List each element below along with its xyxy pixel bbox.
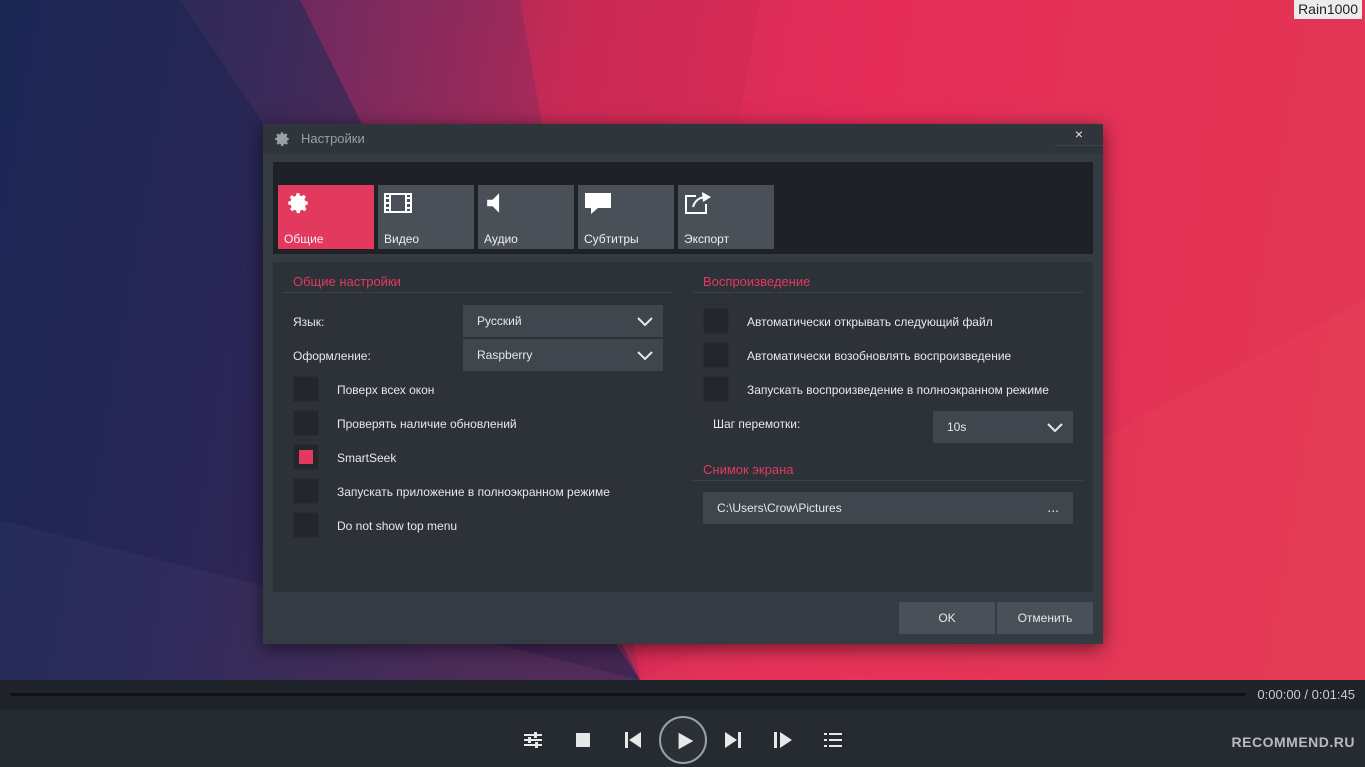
ok-button[interactable]: OK [899, 602, 995, 634]
screenshot-path-value: C:\Users\Crow\Pictures [717, 501, 842, 515]
chevron-down-icon [637, 317, 653, 327]
seek-step-label: Шаг перемотки: [713, 417, 801, 431]
language-value: Русский [477, 314, 522, 328]
theme-label: Оформление: [293, 349, 371, 363]
gear-icon [288, 193, 308, 214]
tab-export[interactable]: Экспорт [678, 185, 774, 249]
gear-icon [275, 132, 289, 146]
playlist-button[interactable] [821, 728, 845, 752]
tab-general[interactable]: Общие [278, 185, 374, 249]
checkbox-fullscreen-playback[interactable] [703, 376, 729, 402]
tab-label: Аудио [484, 232, 518, 246]
tab-label: Видео [384, 232, 420, 246]
skip-next-icon [725, 732, 741, 748]
seek-slider[interactable] [10, 693, 1246, 696]
checkbox-label: Do not show top menu [337, 519, 458, 533]
stop-icon [576, 733, 590, 747]
tab-audio[interactable]: Аудио [478, 185, 574, 249]
sliders-icon [524, 732, 542, 748]
watermark-bottom: RECOMMEND.RU [1231, 734, 1355, 750]
section-divider [693, 292, 1083, 293]
checkbox-check-updates[interactable] [293, 410, 319, 436]
tab-subtitles[interactable]: Субтитры [578, 185, 674, 249]
checkbox-auto-next[interactable] [703, 308, 729, 334]
seek-step-value: 10s [947, 420, 967, 434]
checkbox-label: Запускать приложение в полноэкранном реж… [337, 485, 610, 499]
stop-button[interactable] [571, 728, 595, 752]
checkbox-smartseek[interactable] [293, 444, 319, 470]
section-divider [693, 480, 1083, 481]
section-divider [283, 292, 673, 293]
dialog-title: Настройки [301, 131, 365, 146]
checkbox-hide-top-menu[interactable] [293, 512, 319, 538]
theme-select[interactable]: Raspberry [463, 339, 663, 371]
tab-bar: Общие Видео Аудио Субтитры Экспорт [273, 162, 1093, 254]
settings-dialog: Настройки × Общие Видео Аудио Субтитры Э… [263, 124, 1103, 644]
frame-step-icon [774, 732, 792, 748]
equalizer-button[interactable] [521, 728, 545, 752]
checkbox-fullscreen-app[interactable] [293, 478, 319, 504]
dialog-titlebar[interactable]: Настройки × [263, 124, 1103, 154]
time-display: 0:00:00 / 0:01:45 [1257, 687, 1355, 702]
checkbox-auto-resume[interactable] [703, 342, 729, 368]
language-label: Язык: [293, 315, 325, 329]
screenshot-path-field[interactable]: C:\Users\Crow\Pictures ... [703, 492, 1073, 524]
checkbox-label: Запускать воспроизведение в полноэкранно… [747, 383, 1049, 397]
skip-previous-icon [625, 732, 641, 748]
tab-label: Субтитры [584, 232, 639, 246]
chevron-down-icon [1047, 423, 1063, 433]
watermark-top: Rain1000 [1294, 0, 1362, 19]
theme-value: Raspberry [477, 348, 533, 362]
checkbox-label: Автоматически открывать следующий файл [747, 315, 993, 329]
checkbox-label: SmartSeek [337, 451, 397, 465]
settings-panel: Общие настройки Язык: Русский Оформление… [273, 262, 1093, 592]
playlist-icon [824, 733, 842, 747]
checkbox-label: Поверх всех окон [337, 383, 435, 397]
export-icon [685, 192, 711, 214]
general-settings-title: Общие настройки [293, 274, 401, 289]
next-button[interactable] [721, 728, 745, 752]
checkbox-always-on-top[interactable] [293, 376, 319, 402]
cancel-button[interactable]: Отменить [997, 602, 1093, 634]
play-button[interactable] [659, 716, 707, 764]
screenshot-title: Снимок экрана [703, 462, 794, 477]
frame-step-button[interactable] [771, 728, 795, 752]
chevron-down-icon [637, 351, 653, 361]
checkbox-label: Автоматически возобновлять воспроизведен… [747, 349, 1012, 363]
tab-video[interactable]: Видео [378, 185, 474, 249]
play-icon [678, 732, 694, 750]
film-icon [384, 193, 412, 213]
checkbox-label: Проверять наличие обновлений [337, 417, 517, 431]
browse-button[interactable]: ... [1047, 499, 1059, 515]
language-select[interactable]: Русский [463, 305, 663, 337]
playback-title: Воспроизведение [703, 274, 811, 289]
close-button[interactable]: × [1055, 124, 1103, 146]
tab-label: Общие [284, 232, 324, 246]
speech-bubble-icon [585, 193, 611, 214]
player-controls: RECOMMEND.RU [0, 710, 1365, 767]
seekbar-area: 0:00:00 / 0:01:45 [0, 680, 1365, 710]
previous-button[interactable] [621, 728, 645, 752]
tab-label: Экспорт [684, 232, 730, 246]
speaker-icon [487, 193, 500, 213]
seek-step-select[interactable]: 10s [933, 411, 1073, 443]
